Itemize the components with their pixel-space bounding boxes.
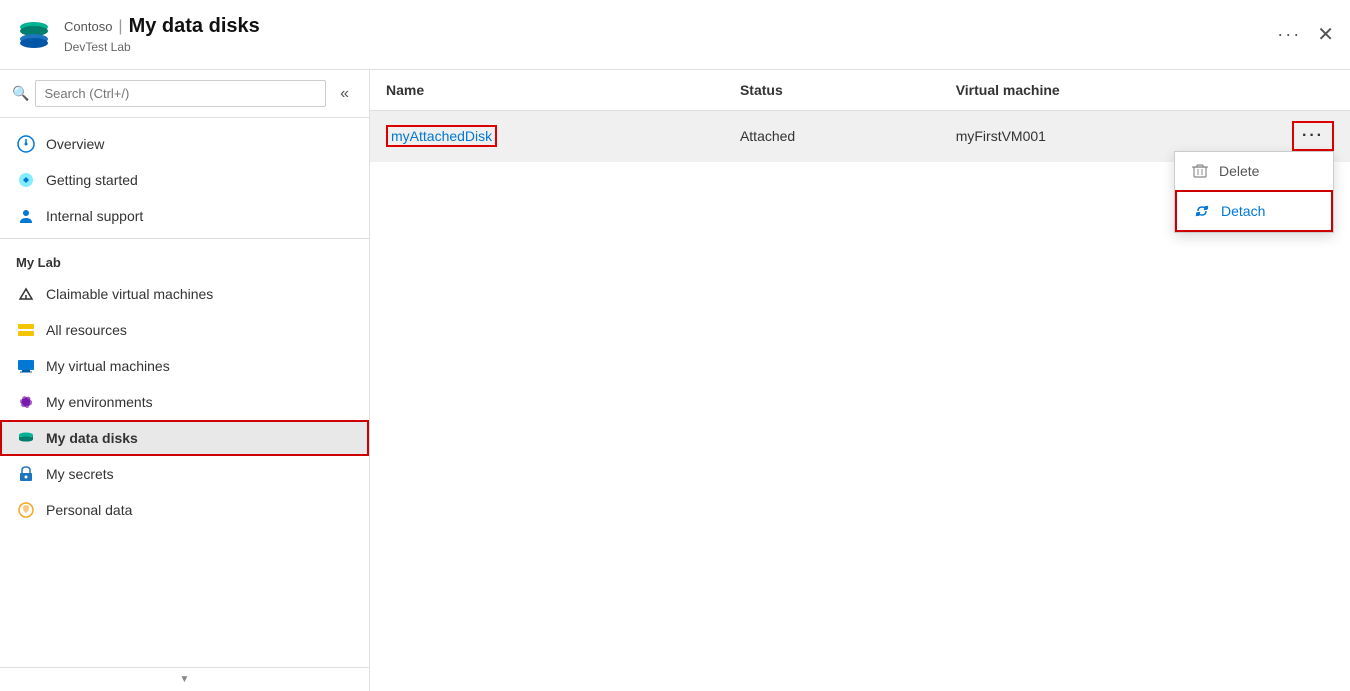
sidebar-item-internal-support-label: Internal support bbox=[46, 208, 143, 224]
close-button[interactable]: ✕ bbox=[1317, 25, 1334, 45]
getting-started-icon bbox=[16, 170, 36, 190]
sidebar-item-my-data-disks-label: My data disks bbox=[46, 430, 138, 446]
detach-icon bbox=[1193, 202, 1211, 220]
sidebar-search-area: 🔍 « bbox=[0, 70, 369, 118]
disk-name-link[interactable]: myAttachedDisk bbox=[386, 125, 497, 147]
my-secrets-icon bbox=[16, 464, 36, 484]
header-more-button[interactable]: ··· bbox=[1277, 24, 1301, 45]
my-lab-section-label: My Lab bbox=[0, 238, 369, 276]
header-title-group: Contoso | My data disks DevTest Lab bbox=[64, 15, 1265, 54]
sidebar-item-all-resources[interactable]: All resources bbox=[0, 312, 369, 348]
claimable-icon bbox=[16, 284, 36, 304]
sidebar-item-overview-label: Overview bbox=[46, 136, 104, 152]
search-input[interactable] bbox=[35, 80, 326, 107]
data-disks-table: Name Status Virtual machine myAttachedDi… bbox=[370, 70, 1350, 162]
personal-data-icon bbox=[16, 500, 36, 520]
sidebar-item-claimable-vms-label: Claimable virtual machines bbox=[46, 286, 213, 302]
scroll-down-arrow[interactable]: ▼ bbox=[178, 672, 192, 687]
sidebar-item-my-environments-label: My environments bbox=[46, 394, 153, 410]
disk-name-cell: myAttachedDisk bbox=[370, 111, 724, 162]
sidebar-item-personal-data-label: Personal data bbox=[46, 502, 132, 518]
sidebar-item-my-data-disks[interactable]: My data disks bbox=[0, 420, 369, 456]
main-layout: 🔍 « Overview bbox=[0, 70, 1350, 691]
context-menu: Delete bbox=[1174, 151, 1334, 233]
table-row: myAttachedDisk Attached myFirstVM001 ··· bbox=[370, 111, 1350, 162]
sidebar-item-claimable-vms[interactable]: Claimable virtual machines bbox=[0, 276, 369, 312]
context-menu-detach[interactable]: Detach bbox=[1175, 190, 1333, 232]
app-icon bbox=[16, 17, 52, 53]
overview-icon bbox=[16, 134, 36, 154]
my-vms-icon bbox=[16, 356, 36, 376]
page-header: Contoso | My data disks DevTest Lab ··· … bbox=[0, 0, 1350, 70]
sidebar-item-internal-support[interactable]: Internal support bbox=[0, 198, 369, 234]
collapse-button[interactable]: « bbox=[332, 81, 357, 107]
my-environments-icon bbox=[16, 392, 36, 412]
col-name: Name bbox=[370, 70, 724, 111]
sidebar-item-getting-started[interactable]: Getting started bbox=[0, 162, 369, 198]
context-menu-delete[interactable]: Delete bbox=[1175, 152, 1333, 190]
disk-more-button[interactable]: ··· bbox=[1292, 121, 1334, 151]
sidebar-item-my-vms[interactable]: My virtual machines bbox=[0, 348, 369, 384]
sidebar-item-all-resources-label: All resources bbox=[46, 322, 127, 338]
breadcrumb: Contoso | My data disks bbox=[64, 15, 1265, 38]
table-header: Name Status Virtual machine bbox=[370, 70, 1350, 111]
sidebar-item-my-vms-label: My virtual machines bbox=[46, 358, 170, 374]
sidebar-navigation: Overview Getting started bbox=[0, 118, 369, 667]
sidebar-scroll-indicator: ▼ bbox=[0, 667, 369, 691]
trash-icon bbox=[1191, 162, 1209, 180]
sidebar: 🔍 « Overview bbox=[0, 70, 370, 691]
breadcrumb-org: Contoso bbox=[64, 19, 112, 34]
col-status: Status bbox=[724, 70, 940, 111]
all-resources-icon bbox=[16, 320, 36, 340]
col-vm: Virtual machine bbox=[940, 70, 1276, 111]
breadcrumb-separator: | bbox=[118, 18, 122, 36]
delete-label: Delete bbox=[1219, 163, 1259, 179]
sidebar-item-my-secrets-label: My secrets bbox=[46, 466, 114, 482]
disk-status-cell: Attached bbox=[724, 111, 940, 162]
sidebar-item-my-secrets[interactable]: My secrets bbox=[0, 456, 369, 492]
detach-label: Detach bbox=[1221, 203, 1265, 219]
content-area: Name Status Virtual machine myAttachedDi… bbox=[370, 70, 1350, 691]
header-subtitle: DevTest Lab bbox=[64, 40, 1265, 54]
sidebar-item-overview[interactable]: Overview bbox=[0, 126, 369, 162]
search-icon: 🔍 bbox=[12, 85, 29, 102]
disk-actions-cell: ··· bbox=[1276, 111, 1350, 162]
internal-support-icon bbox=[16, 206, 36, 226]
sidebar-item-getting-started-label: Getting started bbox=[46, 172, 138, 188]
sidebar-item-personal-data[interactable]: Personal data bbox=[0, 492, 369, 528]
page-title: My data disks bbox=[129, 15, 260, 38]
sidebar-item-my-environments[interactable]: My environments bbox=[0, 384, 369, 420]
my-data-disks-icon bbox=[16, 428, 36, 448]
